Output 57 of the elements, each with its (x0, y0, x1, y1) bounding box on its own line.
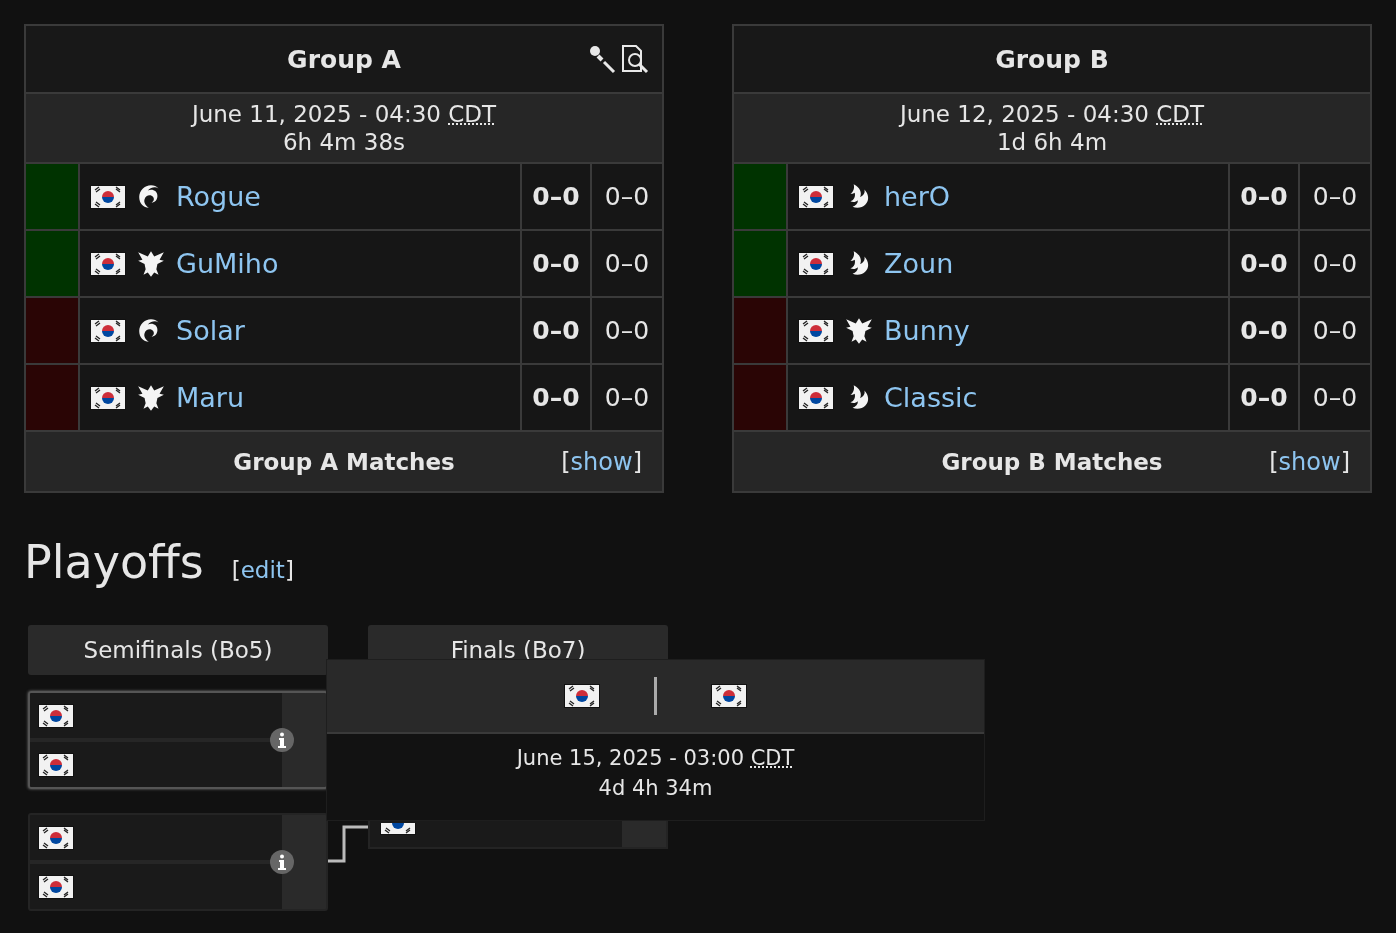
game-score: 0–0 (603, 248, 651, 280)
series-score: 0–0 (1230, 298, 1300, 363)
microphone-icon[interactable] (588, 44, 618, 74)
match-date: June 11, 2025 - 04:30 CDT (191, 100, 497, 128)
info-icon[interactable] (270, 728, 294, 752)
series-score: 0–0 (522, 298, 592, 363)
group-title: Group A (287, 44, 401, 74)
match-card[interactable] (28, 813, 328, 911)
player-link[interactable]: Zoun (884, 248, 954, 279)
series-score: 0–0 (1230, 164, 1300, 229)
player-link[interactable]: Maru (176, 382, 245, 413)
player-link[interactable]: Bunny (884, 315, 970, 346)
match-date: June 12, 2025 - 04:30 CDT (899, 100, 1205, 128)
flag-icon (798, 251, 834, 276)
section-heading: Playoffs (24, 535, 204, 589)
flag-icon (798, 385, 834, 410)
flag-icon (711, 684, 747, 708)
player-link[interactable]: Rogue (176, 181, 261, 212)
match-card[interactable] (28, 691, 328, 789)
game-score: 0–0 (1311, 382, 1359, 414)
flag-icon (798, 318, 834, 343)
document-search-icon[interactable] (620, 44, 650, 74)
game-score: 0–0 (1311, 248, 1359, 280)
countdown: 1d 6h 4m (996, 128, 1108, 156)
match-date: June 15, 2025 - 03:00 CDT (516, 746, 795, 770)
show-link[interactable]: [show] (1269, 447, 1350, 476)
flag-icon (564, 684, 600, 708)
game-score: 0–0 (1311, 315, 1359, 347)
game-score: 0–0 (1311, 181, 1359, 213)
flag-icon (38, 752, 74, 777)
countdown: 6h 4m 38s (282, 128, 406, 156)
game-score: 0–0 (603, 181, 651, 213)
group-title: Group B (995, 44, 1109, 74)
game-score: 0–0 (603, 315, 651, 347)
matches-label: Group B Matches (941, 448, 1163, 475)
show-link[interactable]: [show] (561, 447, 642, 476)
series-score: 0–0 (1230, 231, 1300, 296)
flag-icon (38, 703, 74, 728)
player-link[interactable]: Solar (176, 315, 245, 346)
flag-icon (90, 251, 126, 276)
flag-icon (38, 825, 74, 850)
info-icon[interactable] (270, 850, 294, 874)
flag-icon (90, 318, 126, 343)
game-score: 0–0 (603, 382, 651, 414)
countdown: 4d 4h 34m (598, 776, 713, 800)
series-score: 0–0 (522, 164, 592, 229)
player-link[interactable]: Classic (884, 382, 978, 413)
matches-label: Group A Matches (233, 448, 455, 475)
player-link[interactable]: herO (884, 181, 951, 212)
flag-icon (798, 184, 834, 209)
series-score: 0–0 (522, 231, 592, 296)
flag-icon (38, 874, 74, 899)
round-header: Semifinals (Bo5) (28, 625, 328, 675)
player-link[interactable]: GuMiho (176, 248, 279, 279)
flag-icon (90, 385, 126, 410)
edit-link[interactable]: [edit] (231, 557, 294, 583)
flag-icon (90, 184, 126, 209)
